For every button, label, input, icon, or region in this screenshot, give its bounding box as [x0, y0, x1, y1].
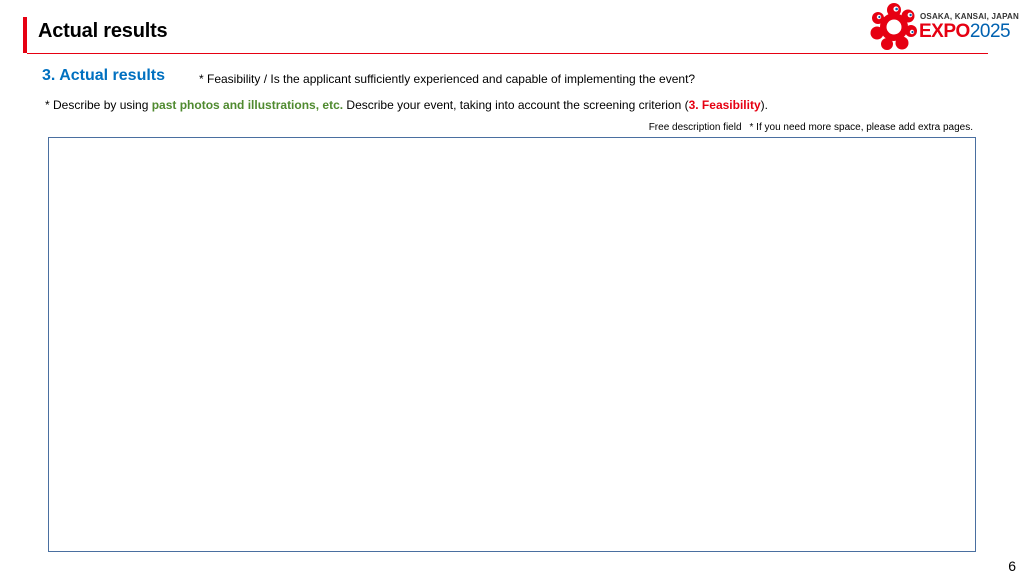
instruction-text: * Describe by using past photos and illu… [45, 98, 768, 112]
free-description-field[interactable] [48, 137, 976, 552]
extra-pages-note: * If you need more space, please add ext… [749, 122, 973, 133]
free-description-label: Free description field [648, 122, 742, 133]
title-accent-bar [23, 17, 27, 53]
myaku-myaku-emblem-icon [870, 3, 917, 50]
title-divider [27, 53, 988, 54]
page-title: Actual results [38, 20, 168, 42]
logo-wordmark: EXPO2025 [919, 21, 1011, 43]
screening-criterion-note: * Feasibility / Is the applicant suffici… [199, 72, 696, 86]
logo-location-text: OSAKA, KANSAI, JAPAN [920, 12, 1019, 21]
free-description-header: Free description field * If you need more… [649, 122, 973, 133]
page-number: 6 [1008, 558, 1016, 574]
expo-2025-logo: OSAKA, KANSAI, JAPAN EXPO2025 [868, 1, 1019, 53]
criterion-reference: 3. Feasibility [688, 98, 761, 112]
section-heading: 3. Actual results [42, 67, 166, 84]
instruction-part-2: Describe your event, taking into account… [343, 98, 689, 112]
logo-year-text: 2025 [969, 21, 1011, 42]
instruction-part-1: * Describe by using [45, 98, 152, 112]
logo-expo-text: EXPO [919, 21, 970, 42]
instruction-highlight: past photos and illustrations, etc. [151, 98, 344, 112]
instruction-part-3: ). [760, 98, 768, 112]
